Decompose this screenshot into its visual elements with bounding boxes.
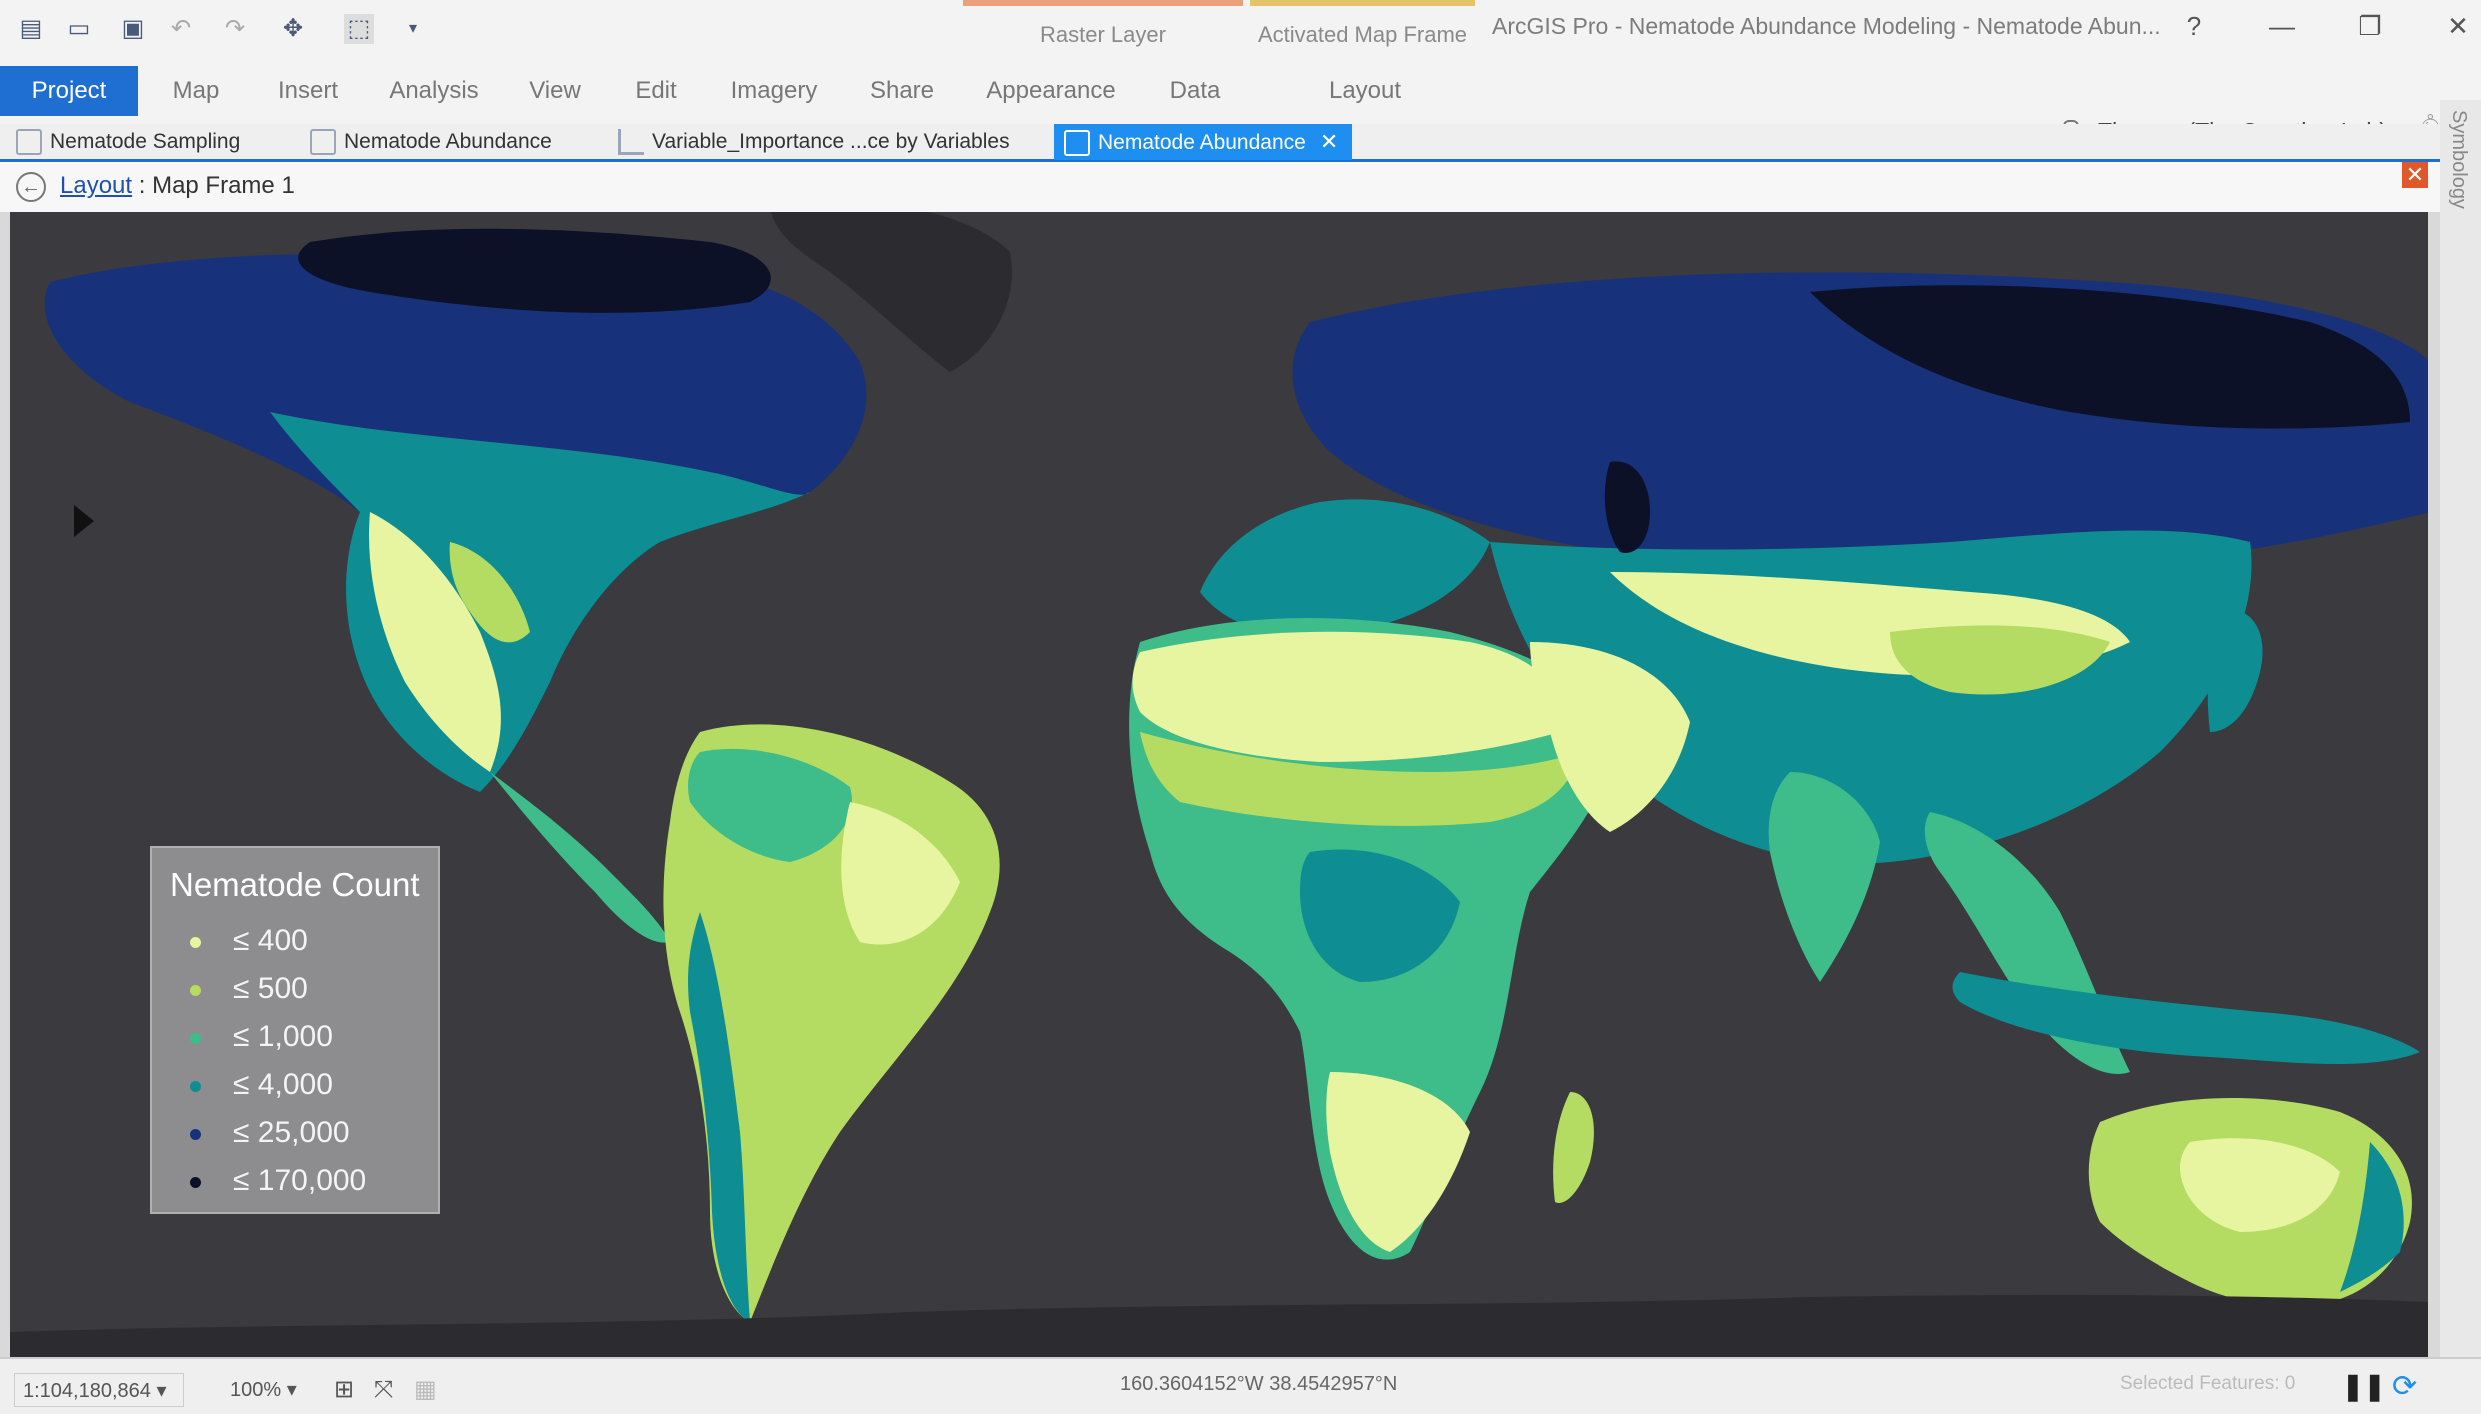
- view-tab-nematode-abundance-map[interactable]: Nematode Abundance: [310, 124, 552, 160]
- symbology-pane-tab[interactable]: Symbology: [2447, 110, 2470, 209]
- coordinate-readout: 160.3604152°W 38.4542957°N: [1120, 1373, 1398, 1395]
- grid-icon[interactable]: ▦: [414, 1373, 437, 1407]
- tab-project[interactable]: Project: [0, 66, 138, 116]
- view-tab-label: Nematode Abundance: [344, 130, 552, 153]
- view-tab-nematode-sampling[interactable]: Nematode Sampling: [16, 124, 240, 160]
- tab-imagery[interactable]: Imagery: [722, 66, 826, 116]
- pause-drawing-icon[interactable]: ❚❚: [2342, 1371, 2386, 1402]
- context-tab-raster-layer[interactable]: Raster Layer: [963, 0, 1243, 64]
- legend-item-label: ≤ 4,000: [233, 1068, 333, 1101]
- refresh-icon[interactable]: ⟳: [2392, 1369, 2417, 1404]
- open-project-icon[interactable]: ▭: [64, 14, 94, 44]
- close-tab-icon[interactable]: ✕: [1320, 129, 1338, 154]
- selected-features-count[interactable]: Selected Features: 0: [2120, 1373, 2295, 1395]
- view-tab-variable-importance[interactable]: Variable_Importance ...ce by Variables: [618, 124, 1010, 160]
- zoom-selector[interactable]: 100% ▾: [220, 1373, 320, 1407]
- breadcrumb-link-layout[interactable]: Layout: [60, 172, 132, 199]
- view-tabs: Nematode Sampling Nematode Abundance Var…: [0, 124, 2450, 162]
- customize-toolbar-icon[interactable]: ▾: [398, 14, 428, 44]
- tab-layout[interactable]: Layout: [1320, 66, 1410, 116]
- status-bar: 1:104,180,864 ▾ 100% ▾ ⊞ ⤧ ▦ 160.3604152…: [0, 1357, 2481, 1414]
- tab-map[interactable]: Map: [160, 66, 232, 116]
- new-project-icon[interactable]: ▤: [16, 14, 46, 44]
- mouse-cursor-icon: [74, 505, 94, 537]
- legend-item: ≤ 500: [190, 972, 308, 1012]
- close-activation-icon[interactable]: ✕: [2402, 162, 2428, 188]
- breadcrumb-bar: [0, 162, 2450, 212]
- antarctica: [10, 1294, 2428, 1357]
- tab-insert[interactable]: Insert: [268, 66, 348, 116]
- legend-swatch-icon: [190, 1176, 201, 1188]
- undo-icon[interactable]: ↶: [166, 14, 196, 44]
- central-america: [490, 772, 670, 943]
- ribbon: Project Map Insert Analysis View Edit Im…: [0, 56, 2481, 146]
- legend-swatch-icon: [190, 984, 201, 996]
- legend-item: ≤ 4,000: [190, 1068, 333, 1108]
- tab-view[interactable]: View: [520, 66, 590, 116]
- view-tab-label: Nematode Sampling: [50, 130, 241, 153]
- layout-icon: [1064, 130, 1090, 157]
- back-arrow-icon[interactable]: ←: [16, 172, 46, 202]
- tab-data[interactable]: Data: [1160, 66, 1230, 116]
- tab-share[interactable]: Share: [862, 66, 942, 116]
- view-tab-label: Nematode Abundance: [1098, 131, 1306, 154]
- restore-button[interactable]: ❐: [2348, 6, 2392, 46]
- redo-icon[interactable]: ↷: [220, 14, 250, 44]
- map-icon: [310, 129, 336, 156]
- madagascar: [1553, 1092, 1594, 1203]
- legend-swatch-icon: [190, 1128, 201, 1140]
- legend-swatch-icon: [190, 936, 201, 948]
- navigate-icon[interactable]: ✥: [278, 14, 308, 44]
- tab-appearance[interactable]: Appearance: [978, 66, 1124, 116]
- tab-analysis[interactable]: Analysis: [384, 66, 484, 116]
- legend-item: ≤ 1,000: [190, 1020, 333, 1060]
- chart-icon: [618, 129, 644, 156]
- map-legend[interactable]: Nematode Count ≤ 400 ≤ 500 ≤ 1,000 ≤ 4,0…: [150, 846, 440, 1214]
- view-tab-label: Variable_Importance ...ce by Variables: [652, 130, 1010, 153]
- help-button[interactable]: ?: [2172, 6, 2216, 46]
- legend-item-label: ≤ 25,000: [233, 1116, 350, 1149]
- legend-item-label: ≤ 500: [233, 972, 308, 1005]
- legend-swatch-icon: [190, 1032, 201, 1044]
- scale-selector[interactable]: 1:104,180,864 ▾: [14, 1373, 184, 1407]
- legend-item: ≤ 170,000: [190, 1164, 366, 1204]
- breadcrumb-current: Map Frame 1: [152, 172, 295, 199]
- japan: [2207, 610, 2263, 732]
- fixed-zoom-icon[interactable]: ⊞: [334, 1373, 354, 1407]
- europe: [1200, 499, 1490, 636]
- breadcrumb-separator: :: [132, 172, 153, 199]
- legend-item: ≤ 25,000: [190, 1116, 350, 1156]
- view-tab-nematode-abundance-layout[interactable]: Nematode Abundance ✕: [1054, 124, 1353, 160]
- legend-item-label: ≤ 170,000: [233, 1164, 367, 1197]
- scale-value: 1:104,180,864: [23, 1380, 151, 1402]
- indonesia: [1952, 972, 2420, 1064]
- minimize-button[interactable]: —: [2260, 6, 2304, 46]
- title-bar: ▤ ▭ ▣ ↶ ↷ ✥ ⬚ ▾ Raster Layer Activated M…: [0, 0, 2481, 56]
- side-panel-strip: [2440, 100, 2481, 1414]
- save-icon[interactable]: ▣: [118, 14, 148, 44]
- select-icon[interactable]: ⬚: [344, 14, 374, 44]
- zoom-value: 100%: [230, 1379, 282, 1401]
- map-icon: [16, 129, 42, 156]
- window-title: ArcGIS Pro - Nematode Abundance Modeling…: [1492, 13, 2161, 39]
- legend-title: Nematode Count: [170, 866, 420, 903]
- breadcrumb: Layout : Map Frame 1: [60, 172, 295, 200]
- legend-item: ≤ 400: [190, 924, 308, 964]
- tab-edit[interactable]: Edit: [626, 66, 686, 116]
- legend-item-label: ≤ 1,000: [233, 1020, 333, 1053]
- close-window-button[interactable]: ✕: [2436, 6, 2480, 46]
- legend-item-label: ≤ 400: [233, 924, 308, 957]
- rotation-icon[interactable]: ⤧: [374, 1373, 393, 1407]
- context-tab-activated-map-frame[interactable]: Activated Map Frame: [1250, 0, 1475, 64]
- legend-swatch-icon: [190, 1080, 201, 1092]
